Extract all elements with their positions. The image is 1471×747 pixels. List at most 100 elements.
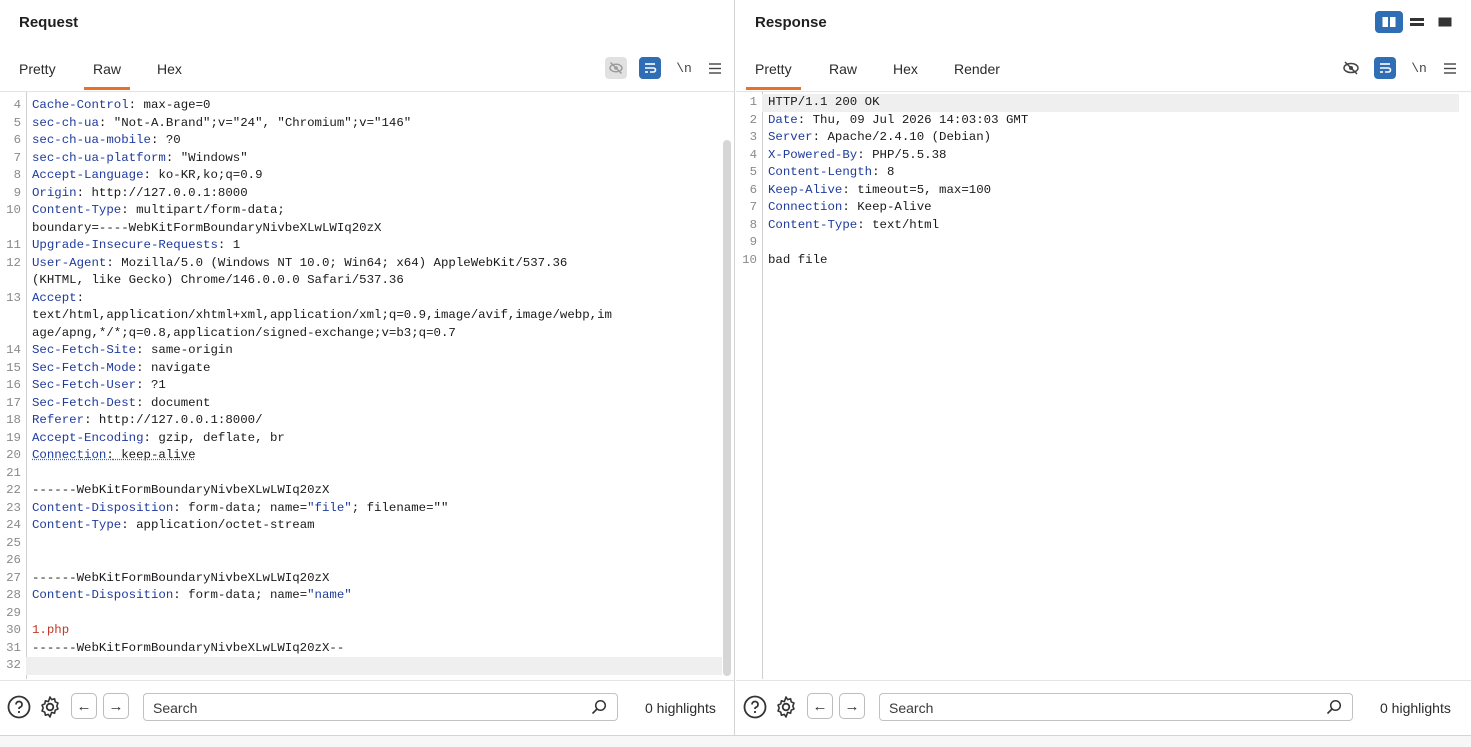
line-content: 1.php bbox=[32, 622, 69, 640]
response-tab-render[interactable]: Render bbox=[954, 61, 1000, 87]
header-name: Connection bbox=[32, 448, 107, 462]
request-highlight-count: 0 highlights bbox=[645, 700, 716, 716]
header-name: Content-Type bbox=[32, 518, 122, 532]
line-number: 5 bbox=[13, 115, 21, 130]
arrow-left-icon[interactable]: ← bbox=[71, 693, 97, 719]
header-value: form-data; name= bbox=[180, 588, 308, 602]
gutter-divider bbox=[26, 92, 27, 679]
header-value: multipart/form-data; bbox=[128, 203, 285, 217]
header-name: sec-ch-ua bbox=[32, 115, 99, 130]
line-text: (KHTML, like Gecko) Chrome/146.0.0.0 Saf… bbox=[32, 273, 404, 287]
line-text: ------WebKitFormBoundaryNivbeXLwLWIq20zX… bbox=[32, 640, 345, 655]
response-footer: ← → 0 highlights bbox=[736, 680, 1471, 732]
hide-eye-icon[interactable] bbox=[1340, 57, 1362, 79]
line-number: 14 bbox=[6, 343, 21, 357]
request-title: Request bbox=[19, 14, 79, 31]
header-name: Server bbox=[768, 130, 813, 144]
header-value: form-data; name= bbox=[180, 500, 308, 515]
line-content: Date: Thu, 09 Jul 2026 14:03:03 GMT bbox=[768, 112, 1029, 127]
header-value: text/html bbox=[864, 217, 940, 232]
line-content: Referer: http://127.0.0.1:8000/ bbox=[32, 413, 263, 427]
line-number: 7 bbox=[13, 150, 21, 165]
request-footer: ← → 0 highlights bbox=[0, 680, 734, 732]
wrap-text-icon[interactable] bbox=[1374, 57, 1396, 79]
line-number: 32 bbox=[6, 658, 21, 672]
line-number: 30 bbox=[6, 623, 21, 637]
settings-gear-icon[interactable] bbox=[773, 694, 799, 720]
header-value: 1 bbox=[225, 238, 241, 252]
gutter-divider bbox=[762, 92, 763, 679]
line-number: 29 bbox=[6, 605, 21, 620]
response-tab-hex[interactable]: Hex bbox=[893, 61, 918, 87]
header-value: Mozilla/5.0 (Windows NT 10.0; Win64; x64… bbox=[113, 255, 568, 270]
response-search-input[interactable] bbox=[889, 700, 1289, 716]
request-tab-pretty[interactable]: Pretty bbox=[19, 61, 56, 87]
request-search-input[interactable] bbox=[153, 700, 553, 716]
line-number: 21 bbox=[6, 465, 21, 480]
quoted-value: "name" bbox=[307, 588, 352, 602]
header-name: Origin bbox=[32, 185, 77, 200]
header-value: max-age=0 bbox=[136, 98, 211, 112]
newline-toggle[interactable]: \n bbox=[1408, 57, 1430, 79]
arrow-right-icon[interactable]: → bbox=[839, 693, 865, 719]
layout-horizontal-icon[interactable] bbox=[1403, 11, 1431, 33]
newline-toggle[interactable]: \n bbox=[673, 57, 695, 79]
line-number: 20 bbox=[6, 448, 21, 462]
line-number: 3 bbox=[749, 130, 757, 144]
search-icon[interactable] bbox=[1326, 699, 1342, 715]
hide-eye-icon[interactable] bbox=[605, 57, 627, 79]
response-highlight-count: 0 highlights bbox=[1380, 700, 1451, 716]
current-line-highlight bbox=[26, 657, 722, 675]
request-search-box[interactable] bbox=[143, 693, 618, 721]
layout-split-icon[interactable] bbox=[1375, 11, 1403, 33]
header-value: Apache/2.4.10 (Debian) bbox=[820, 130, 992, 144]
line-content: Connection: keep-alive bbox=[32, 448, 196, 462]
request-editor[interactable]: 4 Cache-Control: max-age=0 5 sec-ch-ua: "No… bbox=[0, 91, 734, 679]
line-content: Sec-Fetch-User: ?1 bbox=[32, 378, 166, 392]
help-icon[interactable] bbox=[742, 694, 768, 720]
arrow-right-icon[interactable]: → bbox=[103, 693, 129, 719]
header-value: document bbox=[143, 395, 211, 410]
response-editor[interactable]: 1 HTTP/1.1 200 OK 2 Date: Thu, 09 Jul 2026 … bbox=[736, 91, 1471, 679]
wrap-text-icon[interactable] bbox=[639, 57, 661, 79]
response-tab-pretty[interactable]: Pretty bbox=[746, 61, 801, 90]
line-content: Content-Disposition: form-data; name="na… bbox=[32, 588, 352, 602]
line-content: X-Powered-By: PHP/5.5.38 bbox=[768, 147, 947, 162]
line-content: Content-Type: application/octet-stream bbox=[32, 518, 315, 532]
header-value: "Windows" bbox=[173, 150, 248, 165]
header-value: ?0 bbox=[158, 133, 181, 147]
line-text: text/html,application/xhtml+xml,applicat… bbox=[32, 308, 612, 322]
header-name: Content-Length bbox=[768, 165, 873, 179]
line-number: 18 bbox=[6, 413, 21, 427]
request-scrollbar[interactable] bbox=[723, 140, 731, 676]
request-pane: Request Pretty Raw Hex \n 4 Cache-Control… bbox=[0, 0, 735, 735]
line-content: Accept-Language: ko-KR,ko;q=0.9 bbox=[32, 168, 263, 182]
response-search-box[interactable] bbox=[879, 693, 1353, 721]
line-number: 9 bbox=[13, 185, 21, 200]
header-value: http://127.0.0.1:8000/ bbox=[91, 413, 263, 427]
help-icon[interactable] bbox=[6, 694, 32, 720]
header-name: Keep-Alive bbox=[768, 182, 843, 197]
menu-icon[interactable] bbox=[704, 57, 726, 79]
header-name: Content-Type bbox=[768, 217, 858, 232]
line-content: Sec-Fetch-Mode: navigate bbox=[32, 360, 211, 375]
search-icon[interactable] bbox=[591, 699, 607, 715]
line-number: 4 bbox=[749, 147, 757, 162]
settings-gear-icon[interactable] bbox=[37, 694, 63, 720]
line-number: 12 bbox=[6, 255, 21, 270]
line-number: 27 bbox=[6, 570, 21, 585]
line-content: ------WebKitFormBoundaryNivbeXLwLWIq20zX… bbox=[32, 640, 344, 658]
line-content: (KHTML, like Gecko) Chrome/146.0.0.0 Saf… bbox=[32, 272, 404, 290]
header-value: http://127.0.0.1:8000 bbox=[84, 185, 248, 200]
line-number: 8 bbox=[749, 217, 757, 232]
request-tab-raw[interactable]: Raw bbox=[83, 61, 131, 90]
menu-icon[interactable] bbox=[1439, 57, 1461, 79]
response-tab-raw[interactable]: Raw bbox=[829, 61, 857, 87]
quoted-value: "file" bbox=[307, 500, 352, 515]
arrow-left-icon[interactable]: ← bbox=[807, 693, 833, 719]
layout-single-icon[interactable] bbox=[1431, 11, 1459, 33]
line-number: 2 bbox=[749, 112, 757, 127]
request-tab-hex[interactable]: Hex bbox=[157, 61, 182, 87]
line-number: 25 bbox=[6, 535, 21, 550]
header-value: 8 bbox=[879, 165, 895, 179]
